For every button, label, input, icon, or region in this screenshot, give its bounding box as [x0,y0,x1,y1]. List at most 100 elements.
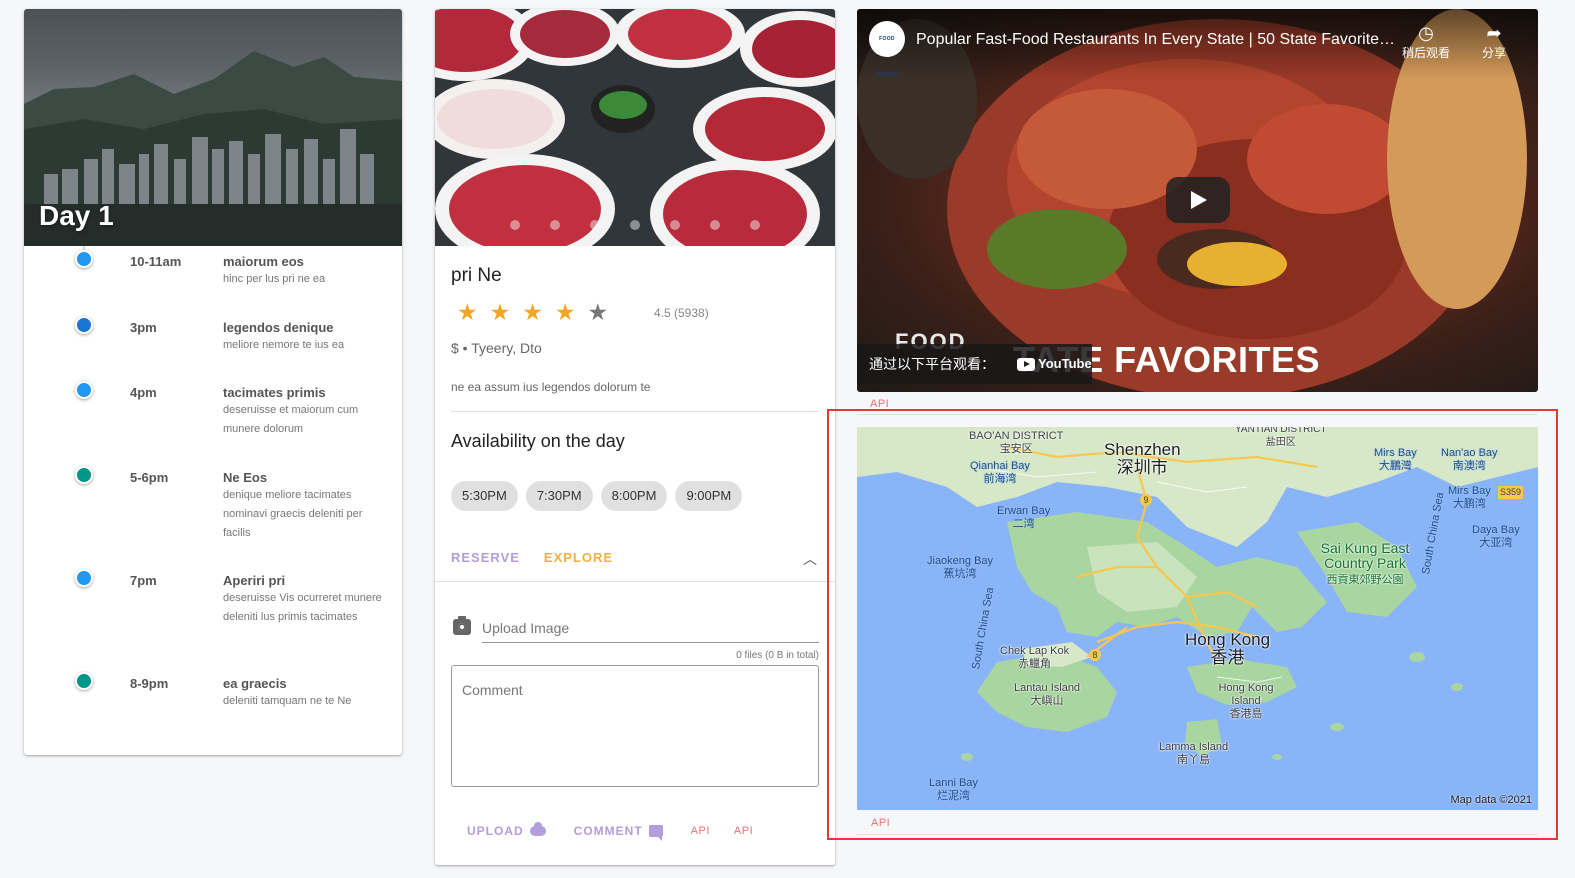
channel-avatar[interactable]: FOOD INSIDER [869,21,905,78]
google-map[interactable]: BAO'AN DISTRICT 宝安区 Shenzhen 深圳市 YANTIAN D… [857,427,1538,810]
timeline-item[interactable]: 5-6pm Ne Eos denique meliore tacimates nom… [24,462,402,565]
hero-image: Day 1 [24,9,402,246]
share-button[interactable]: ➦ 分享 [1464,22,1524,61]
map-label-city: Shenzhen 深圳市 [1104,440,1181,477]
api-link[interactable]: API [871,817,890,829]
timeline-item[interactable]: 3pm legendos denique meliore nemore te ius… [24,312,402,377]
timeline-item[interactable]: 10-11am maiorum eos hinc per lus pri ne ea [24,246,402,312]
carousel-dot[interactable] [510,220,520,230]
timeline-description: denique meliore tacimates nominavi graec… [223,489,363,539]
carousel-dot[interactable] [590,220,600,230]
carousel-dot[interactable] [630,220,640,230]
youtube-logo[interactable]: YouTube [1017,357,1092,371]
timeline-title: maiorum eos [223,254,304,269]
timeline-time: 8-9pm [130,676,169,691]
food-photo [435,9,835,246]
timeline-title: ea graecis [223,676,287,691]
timeline-description: deseruisse Vis ocurreret munere deleniti… [223,592,382,623]
comment-label: COMMENT [573,824,643,838]
api-link[interactable]: API [691,825,710,837]
carousel-dot[interactable] [670,220,680,230]
timeline-title: legendos denique [223,320,334,335]
map-label-water: Mirs Bay 大鹏湾 [1448,485,1491,510]
timeline-description: deleniti tamquam ne te Ne [223,695,352,707]
card-actions: RESERVE EXPLORE [451,550,613,565]
comment-button[interactable]: COMMENT [573,824,663,841]
star-rating[interactable]: ★ ★ ★ ★ ★ [457,299,608,325]
availability-title: Availability on the day [451,431,625,451]
timeline-time: 3pm [130,320,157,335]
map-label-water: Daya Bay 大亚湾 [1472,524,1520,549]
map-credit: Map data ©2021 [1450,794,1533,806]
timeline-description: hinc per lus pri ne ea [223,273,326,285]
share-icon: ➦ [1486,23,1502,43]
timeline-dot [75,381,93,399]
carousel-indicators[interactable] [435,220,835,230]
star-icon[interactable]: ★ [555,299,576,325]
timeline-dot [75,316,93,334]
timeline-time: 5-6pm [130,470,169,485]
map-label: BAO'AN DISTRICT 宝安区 [969,430,1064,455]
timeline-time: 10-11am [130,254,182,269]
route-shield: 9 [1140,494,1152,506]
star-half-icon[interactable]: ★ [588,299,609,325]
map-label-water: Nan'ao Bay 南澳湾 [1441,447,1498,472]
comment-textarea[interactable]: Comment [451,665,819,787]
watch-on-youtube[interactable]: 通过以下平台观看： YouTube [857,344,1092,384]
star-icon[interactable]: ★ [522,299,543,325]
divider [857,834,1538,835]
share-label: 分享 [1481,46,1506,60]
restaurant-name: pri Ne [451,265,502,286]
upload-image-input[interactable]: Upload Image [482,617,819,643]
youtube-video-player[interactable]: FOOD INSIDER Popular Fast-Food Restauran… [857,9,1538,392]
api-link[interactable]: API [734,825,753,837]
watch-later-button[interactable]: ◷ 稍后观看 [1396,22,1456,61]
map-label-water: Erwan Bay 二湾 [997,505,1051,530]
time-chip[interactable]: 7:30PM [525,481,593,511]
youtube-label: YouTube [1038,356,1092,371]
time-chip[interactable]: 9:00PM [675,481,743,511]
map-label: Lamma Island 南丫島 [1159,741,1229,766]
map-label-water: Lanni Bay 烂泥湾 [929,777,978,802]
star-icon[interactable]: ★ [490,299,511,325]
timeline-dot [75,672,93,690]
map-label-water: Mirs Bay 大鵬灣 [1374,447,1417,472]
upload-button[interactable]: UPLOAD [467,822,546,838]
route-shield: 8 [1089,649,1101,661]
timeline-description: deseruisse et maiorum cum munere dolorum [223,404,359,435]
restaurant-card: pri Ne ★ ★ ★ ★ ★ 4.5 (5938) $ • Tyeery, … [435,9,835,865]
timeline-title: tacimates primis [223,385,326,400]
time-chips: 5:30PM 7:30PM 8:00PM 9:00PM [451,481,743,511]
price-location: $ • Tyeery, Dto [451,340,542,356]
map-label-water: Qianhai Bay 前海湾 [970,460,1030,485]
food-image-carousel[interactable] [435,9,835,246]
bottom-actions: UPLOAD COMMENT API API [467,822,777,841]
map-label: Chek Lap Kok 赤鱲角 [1000,645,1070,670]
timeline-title: Ne Eos [223,470,268,485]
map-label-park: Sai Kung East Country Park 西貢東郊野公園 [1320,540,1410,587]
timeline-item[interactable]: 7pm Aperiri pri deseruisse Vis ocurreret m… [24,565,402,668]
map-label: Hong Kong Island 香港島 [1218,682,1274,720]
timeline-description: meliore nemore te ius ea [223,339,345,351]
youtube-icon [1017,357,1035,371]
hero-title: Day 1 [39,200,114,231]
time-chip[interactable]: 8:00PM [600,481,668,511]
map-label-city: Hong Kong 香港 [1185,630,1271,667]
carousel-dot[interactable] [750,220,760,230]
timeline-item[interactable]: 4pm tacimates primis deseruisse et maiorum… [24,377,402,462]
timeline-dot [75,250,93,268]
star-icon[interactable]: ★ [457,299,478,325]
camera-icon[interactable] [453,616,471,635]
carousel-dot[interactable] [550,220,560,230]
carousel-dot[interactable] [710,220,720,230]
comment-icon [648,825,663,841]
reserve-button[interactable]: RESERVE [451,550,520,565]
time-chip[interactable]: 5:30PM [451,481,518,511]
video-title[interactable]: Popular Fast-Food Restaurants In Every S… [916,31,1396,49]
cloud-upload-icon [529,822,546,836]
rating-count: 4.5 (5938) [654,306,709,320]
play-button[interactable] [1166,177,1230,223]
chevron-up-icon[interactable]: ︿ [803,549,817,569]
explore-button[interactable]: EXPLORE [544,550,613,565]
timeline-item[interactable]: 8-9pm ea graecis deleniti tamquam ne te Ne [24,668,402,728]
